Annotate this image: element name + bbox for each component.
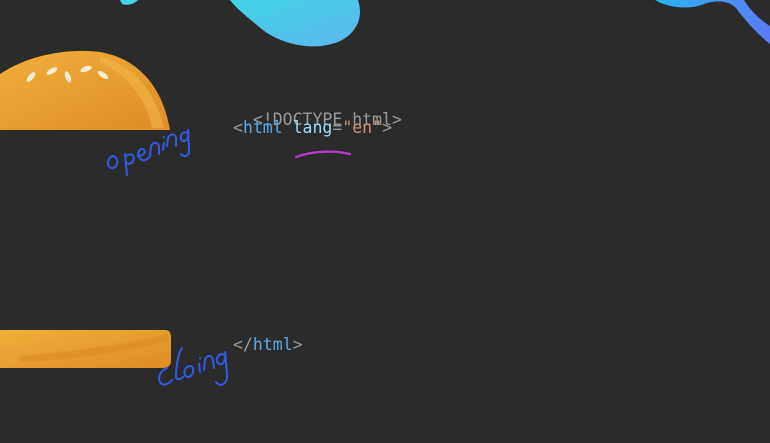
top-bun-icon [0, 50, 170, 131]
lang-underline [294, 150, 352, 159]
code-line-html-open: <html lang="en"> [233, 118, 392, 137]
teal-blob [230, 0, 360, 47]
teal-sliver [120, 0, 138, 5]
blue-wave [655, 0, 770, 44]
closing-open-bracket: </ [233, 335, 253, 354]
handwritten-opening [107, 129, 191, 176]
lang-attribute: lang [292, 118, 333, 137]
code-line-html-close: </html> [233, 335, 303, 354]
open-bracket: < [233, 118, 243, 137]
bottom-bun-icon [0, 330, 171, 368]
lang-value: "en" [342, 118, 383, 137]
closing-close-bracket: > [292, 335, 303, 354]
html-tag-name: html [242, 118, 283, 137]
decorative-background [0, 0, 770, 386]
closing-html-tag-name: html [252, 335, 293, 354]
close-bracket: > [382, 118, 392, 137]
equals-sign: = [332, 118, 343, 137]
